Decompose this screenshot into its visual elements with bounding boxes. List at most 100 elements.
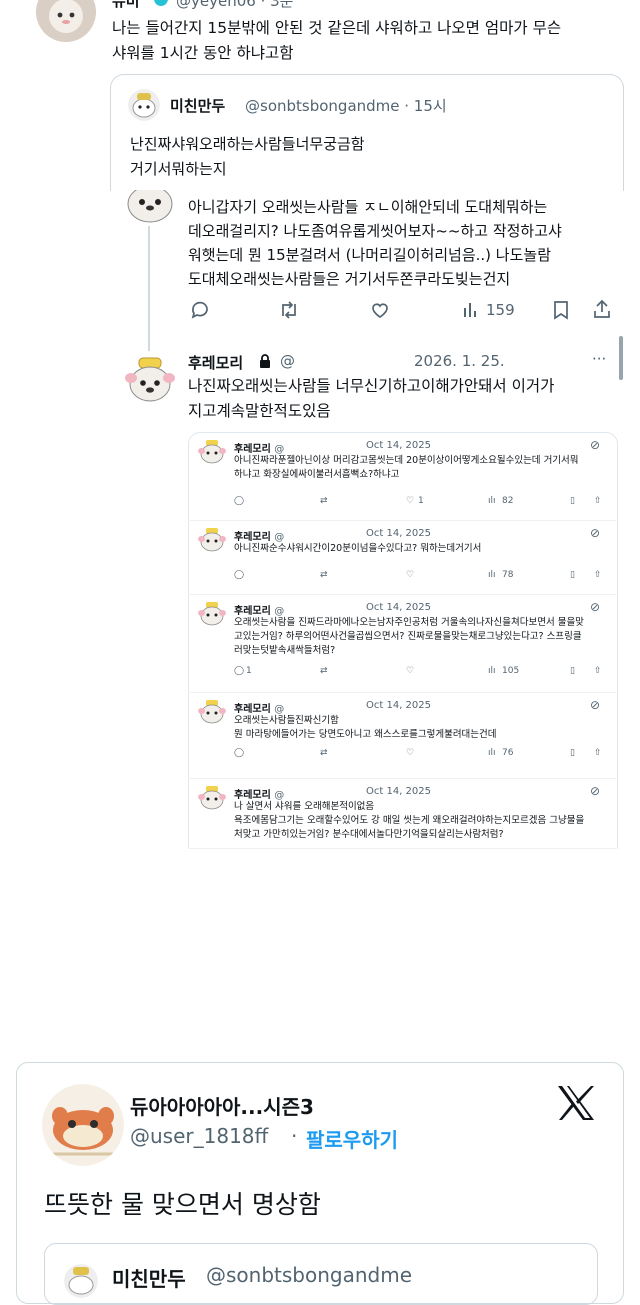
thread1-line: 도대체오래씻는사람들은 거기서두쫀쿠라도빚는건지 (188, 270, 511, 288)
thread2-avatar[interactable] (124, 354, 176, 406)
repost-icon[interactable]: ⇄ (320, 748, 328, 758)
views-icon[interactable] (462, 300, 480, 320)
scrollbar-thumb[interactable] (619, 336, 623, 380)
lock-icon (258, 353, 272, 373)
views-icon[interactable]: ılı (488, 570, 496, 580)
reply-actions: ◯ 1 ⇄ ♡ ılı 105 ▯ ⇧ (234, 666, 604, 680)
more-icon[interactable]: ··· (592, 350, 606, 368)
reply-x-icon[interactable]: ⊘ (590, 526, 600, 540)
card-separator: · (291, 1124, 298, 1148)
verified-badge-icon (154, 0, 168, 6)
share-icon[interactable]: ⇧ (594, 748, 602, 758)
reply-name[interactable]: 후레모리 @ (234, 528, 284, 543)
reply-text-line: 러맞는텃밭속새싹들처럼? (234, 645, 336, 656)
card-avatar[interactable] (42, 1084, 124, 1166)
bookmark-icon[interactable]: ▯ (570, 496, 575, 506)
views-count: 82 (502, 496, 514, 506)
share-icon[interactable]: ⇧ (594, 666, 602, 676)
reply-icon[interactable]: ◯ (234, 496, 244, 506)
card-quoted-name[interactable]: 미친만두 (112, 1263, 186, 1292)
reply-text-line: 오래씻는사람을 진짜드라마에나오는남자주인공처럼 거울속의나자신을쳐다보면서 물… (234, 617, 584, 628)
reply-date[interactable]: Oct 14, 2025 (366, 440, 431, 451)
quoted-text-line1: 난진짜샤워오래하는사람들너무궁금함 (130, 135, 365, 153)
like-icon[interactable]: ♡ (406, 570, 414, 580)
like-icon[interactable]: ♡ (406, 496, 414, 506)
thread2-name[interactable]: 후레모리 (188, 352, 243, 373)
reply-name[interactable]: 후레모리 @ (234, 440, 284, 455)
thread1-text: 아니갑자기 오래씻는사람들 ㅈㄴ이해안되네 도대체뭐하는 데오래걸리지? 나도좀… (188, 195, 562, 291)
card-user-name[interactable]: 듀아아아아아...시즌3 (130, 1091, 314, 1120)
views-icon[interactable]: ılı (488, 496, 496, 506)
reply-icon[interactable] (190, 300, 210, 320)
bookmark-icon[interactable]: ▯ (570, 570, 575, 580)
share-icon[interactable]: ⇧ (594, 570, 602, 580)
reply-date[interactable]: Oct 14, 2025 (366, 786, 431, 797)
reply-count: 1 (246, 666, 252, 676)
reply-card[interactable]: 후레모리 @ Oct 14, 2025 ⊘ 나 살면서 샤워를 오래해본적이없음… (188, 778, 616, 849)
x-logo-icon[interactable] (556, 1084, 596, 1122)
reply-card[interactable]: 후레모리 @ Oct 14, 2025 ⊘ 오래씻는사람들진짜신기함 뭔 마라탕에… (188, 692, 616, 779)
quoted-name[interactable]: 미친만두 (170, 95, 225, 116)
reply-x-icon[interactable]: ⊘ (590, 600, 600, 614)
thread2-date[interactable]: 2026. 1. 25. (414, 352, 505, 370)
reply-text-line: 하냐고 화장실에싸이불러서흠뻑쇼?하냐고 (234, 469, 400, 480)
reply-name[interactable]: 후레모리 @ (234, 786, 284, 801)
card-user-handle[interactable]: @user_1818ff (130, 1124, 268, 1148)
like-count: 1 (418, 496, 424, 506)
share-icon[interactable] (592, 298, 612, 320)
bookmark-icon[interactable]: ▯ (570, 748, 575, 758)
reply-x-icon[interactable]: ⊘ (590, 784, 600, 798)
thread-line (148, 226, 150, 351)
reply-icon[interactable]: ◯ (234, 748, 244, 758)
user-name[interactable]: 뉴비 (112, 0, 140, 11)
follow-link[interactable]: 팔로우하기 (306, 1124, 398, 1153)
thread1-line: 아니갑자기 오래씻는사람들 ㅈㄴ이해안되네 도대체뭐하는 (188, 198, 548, 216)
tweet-text-line1: 나는 들어간지 15분밖에 안된 것 같은데 샤워하고 나오면 엄마가 무슨 (112, 19, 562, 37)
thread2-text-line2: 지고계속말한적도있음 (188, 402, 331, 420)
share-icon[interactable]: ⇧ (594, 496, 602, 506)
views-icon[interactable]: ılı (488, 666, 496, 676)
repost-icon[interactable]: ⇄ (320, 570, 328, 580)
reply-name[interactable]: 후레모리 @ (234, 700, 284, 715)
reply-avatar (198, 784, 226, 812)
thread-avatar[interactable] (124, 190, 176, 230)
thread2-handle[interactable]: @ (280, 352, 295, 370)
reply-text-line: 나 살면서 샤워를 오래해본적이없음 (234, 801, 375, 812)
quoted-text-line2: 거기서뭐하는지 (130, 160, 227, 178)
views-icon[interactable]: ılı (488, 748, 496, 758)
bookmark-icon[interactable] (552, 300, 570, 320)
views-count: 105 (502, 666, 520, 676)
reply-text-line: 고있는거임? 하루의어떤사건을곱씹으면서? 진짜로물을맞는채로그냥있는다고? 스… (234, 631, 582, 642)
tweet-text-line2: 샤워를 1시간 동안 하냐고함 (112, 44, 294, 62)
card-quoted-handle[interactable]: @sonbtsbongandme (206, 1263, 412, 1287)
repost-icon[interactable] (278, 300, 300, 320)
reply-name[interactable]: 후레모리 @ (234, 602, 284, 617)
user-avatar[interactable] (36, 0, 96, 42)
reply-date[interactable]: Oct 14, 2025 (366, 602, 431, 613)
reply-text-line: 아니진짜라푼젤아닌이상 머리감고몸씻는데 20분이상이어떻게소요될수있는데 거기… (234, 455, 579, 466)
reply-x-icon[interactable]: ⊘ (590, 438, 600, 452)
reply-text-line: 오래씻는사람들진짜신기함 (234, 715, 339, 726)
reply-icon[interactable]: ◯ (234, 666, 244, 676)
like-icon[interactable]: ♡ (406, 748, 414, 758)
reply-icon[interactable]: ◯ (234, 570, 244, 580)
user-handle[interactable]: @yeyen06 · 3분 (176, 0, 293, 11)
reply-card[interactable]: 후레모리 @ Oct 14, 2025 ⊘ 아니진짜라푼젤아닌이상 머리감고몸씻… (188, 432, 616, 521)
reply-avatar (198, 438, 226, 466)
repost-icon[interactable]: ⇄ (320, 496, 328, 506)
like-icon[interactable] (370, 300, 390, 320)
reply-actions: ◯ ⇄ ♡ ılı 78 ▯ ⇧ (234, 570, 604, 584)
thread1-line: 워햇는데 뭔 15분걸려서 (나머리길이허리넘음..) 나도놀람 (188, 246, 552, 264)
thread1-line: 데오래걸리지? 나도좀여유롭게씻어보자~~하고 작정하고샤 (188, 222, 562, 240)
repost-icon[interactable]: ⇄ (320, 666, 328, 676)
reply-card[interactable]: 후레모리 @ Oct 14, 2025 ⊘ 오래씻는사람을 진짜드라마에나오는남… (188, 594, 616, 693)
card-tweet-text: 뜨뜻한 물 맞으면서 명상함 (44, 1190, 321, 1219)
reply-x-icon[interactable]: ⊘ (590, 698, 600, 712)
reply-card[interactable]: 후레모리 @ Oct 14, 2025 ⊘ 아니진짜순수샤워시간이20분이넘을수… (188, 520, 616, 595)
bookmark-icon[interactable]: ▯ (570, 666, 575, 676)
reply-date[interactable]: Oct 14, 2025 (366, 528, 431, 539)
reply-text: 아니진짜라푼젤아닌이상 머리감고몸씻는데 20분이상이어떻게소요될수있는데 거기… (234, 454, 598, 482)
quoted-handle[interactable]: @sonbtsbongandme · 15시 (245, 95, 447, 116)
like-icon[interactable]: ♡ (406, 666, 414, 676)
reply-date[interactable]: Oct 14, 2025 (366, 700, 431, 711)
